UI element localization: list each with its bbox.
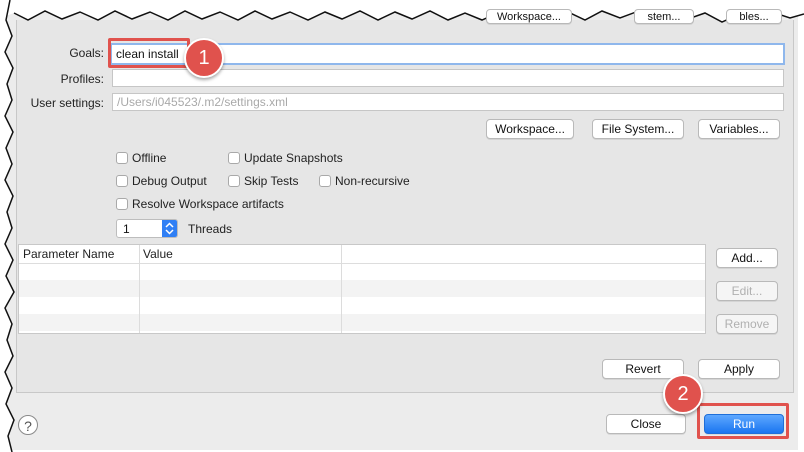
parameters-table[interactable]: Parameter Name Value bbox=[18, 244, 706, 334]
debug-output-label: Debug Output bbox=[132, 174, 207, 188]
top-variables-button[interactable]: bles... bbox=[726, 9, 782, 24]
profiles-label: Profiles: bbox=[60, 72, 104, 86]
callout-badge-2: 2 bbox=[663, 374, 703, 414]
workspace-button[interactable]: Workspace... bbox=[486, 119, 574, 139]
threads-value: 1 bbox=[123, 222, 130, 236]
callout-badge-1: 1 bbox=[184, 38, 224, 78]
non-recursive-checkbox[interactable] bbox=[319, 175, 331, 187]
edit-parameter-button[interactable]: Edit... bbox=[716, 281, 778, 301]
threads-select[interactable]: 1 bbox=[116, 219, 178, 238]
skip-tests-checkbox[interactable] bbox=[228, 175, 240, 187]
file-system-button[interactable]: File System... bbox=[592, 119, 684, 139]
table-header: Parameter Name Value bbox=[19, 245, 705, 264]
table-row[interactable] bbox=[19, 280, 705, 297]
goals-label: Goals: bbox=[69, 46, 104, 60]
table-row[interactable] bbox=[19, 263, 705, 280]
user-settings-label: User settings: bbox=[30, 96, 104, 110]
resolve-workspace-checkbox[interactable] bbox=[116, 198, 128, 210]
skip-tests-label: Skip Tests bbox=[244, 174, 299, 188]
help-icon[interactable]: ? bbox=[18, 415, 38, 435]
apply-button[interactable]: Apply bbox=[698, 359, 780, 379]
update-snapshots-label: Update Snapshots bbox=[244, 151, 343, 165]
remove-parameter-button[interactable]: Remove bbox=[716, 314, 778, 334]
offline-label: Offline bbox=[132, 151, 167, 165]
table-row[interactable] bbox=[19, 297, 705, 314]
resolve-workspace-label: Resolve Workspace artifacts bbox=[132, 197, 284, 211]
variables-button[interactable]: Variables... bbox=[698, 119, 780, 139]
run-highlight-box bbox=[697, 403, 789, 439]
user-settings-input[interactable]: /Users/i045523/.m2/settings.xml bbox=[112, 93, 784, 111]
update-snapshots-checkbox[interactable] bbox=[228, 152, 240, 164]
top-file-system-button[interactable]: stem... bbox=[634, 9, 694, 24]
select-arrows-icon bbox=[162, 220, 177, 237]
non-recursive-label: Non-recursive bbox=[335, 174, 410, 188]
column-divider bbox=[341, 245, 342, 333]
close-button[interactable]: Close bbox=[606, 414, 686, 434]
table-row[interactable] bbox=[19, 314, 705, 331]
threads-label: Threads bbox=[188, 222, 233, 236]
column-header-parameter-name[interactable]: Parameter Name bbox=[23, 247, 114, 261]
debug-output-checkbox[interactable] bbox=[116, 175, 128, 187]
top-workspace-button[interactable]: Workspace... bbox=[486, 9, 572, 24]
goals-highlight-box bbox=[108, 38, 190, 68]
column-divider bbox=[139, 245, 140, 333]
add-parameter-button[interactable]: Add... bbox=[716, 248, 778, 268]
offline-checkbox[interactable] bbox=[116, 152, 128, 164]
user-settings-placeholder: /Users/i045523/.m2/settings.xml bbox=[117, 95, 288, 109]
column-header-value[interactable]: Value bbox=[143, 247, 173, 261]
